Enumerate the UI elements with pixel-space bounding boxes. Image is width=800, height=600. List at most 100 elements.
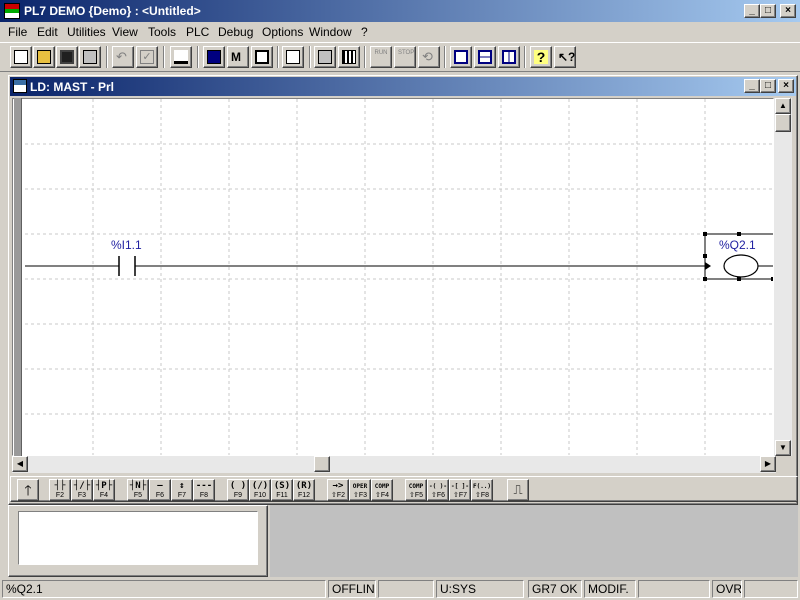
call-coil-icon: -( )- [428, 483, 448, 490]
status-gr7: GR7 OK [528, 580, 582, 598]
open-button[interactable] [33, 46, 55, 68]
reset-coil-button[interactable]: (R) F12 [293, 479, 315, 501]
reset-coil-icon: (R) [295, 481, 313, 491]
stop-button[interactable]: STOP [394, 46, 416, 68]
function-key-label: ⇧F5 [408, 492, 424, 499]
function-call-button[interactable]: F(..) ⇧F8 [471, 479, 493, 501]
function-key-label: F10 [253, 492, 267, 499]
connect-button[interactable] [314, 46, 336, 68]
tile-horizontal-button[interactable] [474, 46, 496, 68]
menu-plc[interactable]: PLC [186, 25, 209, 39]
call-coil-button[interactable]: -( )- ⇧F6 [427, 479, 449, 501]
app-icon[interactable] [4, 3, 20, 19]
function-key-label: F11 [276, 492, 288, 499]
export-button[interactable] [170, 46, 192, 68]
p-contact-button[interactable]: ┤P├ F4 [93, 479, 115, 501]
ladder-canvas[interactable]: %I1.1 %Q2.1 [12, 98, 774, 456]
scroll-up-button[interactable]: ▲ [775, 98, 791, 114]
menu-file[interactable]: File [8, 25, 27, 39]
horizontal-scrollbar[interactable]: ◀ ▶ [12, 456, 776, 473]
nc-contact-button[interactable]: ┤/├ F3 [71, 479, 93, 501]
close-button[interactable]: × [780, 4, 796, 18]
no-contact-icon: ┤├ [54, 481, 66, 491]
compare-vertical-block-button[interactable]: COMP ⇧F5 [405, 479, 427, 501]
vertical-link-button[interactable]: ↕ F7 [171, 479, 193, 501]
cpu-button[interactable] [203, 46, 225, 68]
toolbar-separator [106, 46, 108, 68]
select-pointer-button[interactable]: 🡑 [17, 479, 39, 501]
editor-title-bar[interactable]: LD: MAST - Prl _ □ × [10, 77, 796, 96]
menu-view[interactable]: View [112, 25, 138, 39]
maximize-button[interactable]: □ [760, 4, 776, 18]
help-button[interactable]: ? [530, 46, 552, 68]
compare-block-button[interactable]: COMP ⇧F4 [371, 479, 393, 501]
left-power-rail [14, 98, 22, 456]
toolbar-separator [163, 46, 165, 68]
status-section: U:SYS [436, 580, 524, 598]
function-call-icon: F(..) [472, 483, 492, 490]
menu-debug[interactable]: Debug [218, 25, 253, 39]
cascade-icon [454, 50, 468, 64]
new-button[interactable] [10, 46, 32, 68]
config-icon [342, 50, 356, 64]
find-button[interactable]: M [227, 46, 249, 68]
undo-button[interactable]: ↶ [112, 46, 134, 68]
scroll-right-button[interactable]: ▶ [760, 456, 776, 472]
vertical-scroll-thumb[interactable] [775, 114, 791, 132]
coil-icon: ( ) [229, 481, 247, 491]
transfer-button[interactable] [282, 46, 304, 68]
negated-coil-button[interactable]: (/) F10 [249, 479, 271, 501]
print-button[interactable] [79, 46, 101, 68]
link-fill-button[interactable]: --- F8 [193, 479, 215, 501]
menu-options[interactable]: Options [262, 25, 303, 39]
coil-button[interactable]: ( ) F9 [227, 479, 249, 501]
menu-window[interactable]: Window [309, 25, 352, 39]
validate-button[interactable]: ✓ [136, 46, 158, 68]
tile-vertical-button[interactable] [498, 46, 520, 68]
operate-block-button[interactable]: OPER ⇧F3 [349, 479, 371, 501]
horizontal-link-button[interactable]: — F6 [149, 479, 171, 501]
run-button[interactable]: RUN [370, 46, 392, 68]
function-key-label: F12 [297, 492, 311, 499]
function-block-button[interactable]: -[ ]- ⇧F7 [449, 479, 471, 501]
cpu-icon [207, 50, 221, 64]
cards-icon [255, 50, 269, 64]
save-button[interactable] [56, 46, 78, 68]
arrow-up-icon: 🡑 [24, 482, 32, 498]
cascade-button[interactable] [450, 46, 472, 68]
scroll-down-button[interactable]: ▼ [775, 440, 791, 456]
context-help-icon: ↖? [558, 50, 576, 64]
open-icon [37, 50, 51, 64]
jump-button[interactable]: →> ⇧F2 [327, 479, 349, 501]
output-list[interactable] [18, 511, 258, 565]
no-contact-button[interactable]: ┤├ F2 [49, 479, 71, 501]
contact-label: %I1.1 [111, 238, 142, 252]
menu-help[interactable]: ? [361, 25, 368, 39]
toolbar-separator [444, 46, 446, 68]
editor-maximize-button[interactable]: □ [760, 79, 776, 93]
config-button[interactable] [338, 46, 360, 68]
step-button[interactable]: ⎍ [507, 479, 529, 501]
editor-minimize-button[interactable]: _ [744, 79, 760, 93]
scroll-left-button[interactable]: ◀ [12, 456, 28, 472]
toolbar: ↶ ✓ M RUN STOP ⟲ ? ↖? [0, 42, 800, 72]
menu-tools[interactable]: Tools [148, 25, 176, 39]
editor-close-button[interactable]: × [778, 79, 794, 93]
init-button[interactable]: ⟲ [418, 46, 440, 68]
menu-edit[interactable]: Edit [37, 25, 58, 39]
app-title-bar[interactable]: PL7 DEMO {Demo} : <Untitled> _ □ × [0, 0, 800, 22]
menu-utilities[interactable]: Utilities [67, 25, 106, 39]
horizontal-scroll-thumb[interactable] [314, 456, 330, 472]
jump-icon: →> [332, 481, 344, 491]
n-contact-button[interactable]: ┤N├ F5 [127, 479, 149, 501]
context-help-button[interactable]: ↖? [554, 46, 576, 68]
vertical-scrollbar[interactable]: ▲ ▼ [774, 98, 792, 456]
cards-button[interactable] [251, 46, 273, 68]
vertical-link-icon: ↕ [179, 481, 185, 491]
editor-window-icon[interactable] [13, 79, 27, 93]
new-icon [14, 50, 28, 64]
normally-open-contact[interactable] [118, 256, 136, 276]
compare-vertical-block-icon: COMP [408, 483, 424, 490]
minimize-button[interactable]: _ [744, 4, 760, 18]
set-coil-button[interactable]: (S) F11 [271, 479, 293, 501]
